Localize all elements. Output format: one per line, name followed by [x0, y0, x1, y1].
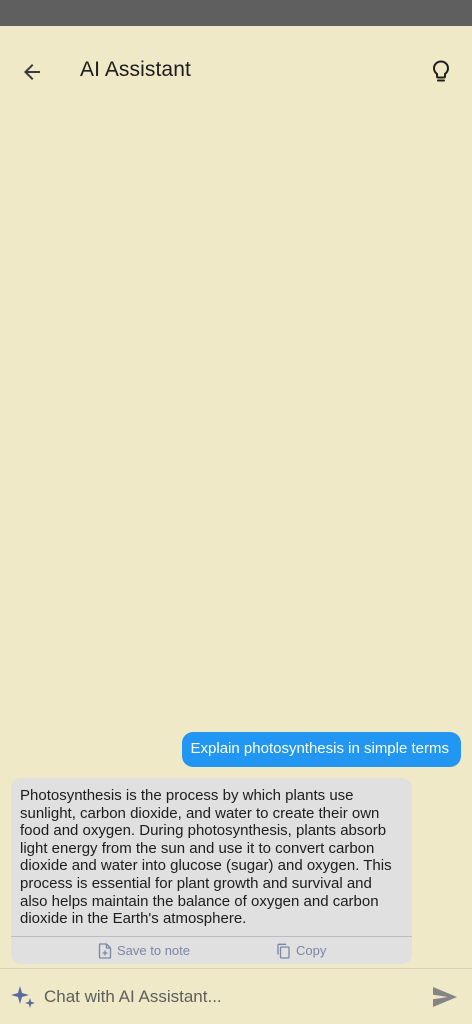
page-title: AI Assistant [80, 58, 191, 81]
save-to-note-button[interactable]: Save to note [98, 937, 190, 964]
save-to-note-label: Save to note [117, 943, 190, 959]
app-bar: AI Assistant [0, 26, 472, 116]
chat-input[interactable] [44, 983, 414, 1011]
assistant-message-actions: Save to note Copy [11, 935, 412, 964]
copy-label: Copy [296, 943, 327, 959]
assistant-message-text: Photosynthesis is the process by which p… [20, 787, 392, 928]
chat-area[interactable]: Explain photosynthesis in simple terms P… [0, 116, 472, 968]
send-button[interactable] [430, 983, 460, 1011]
send-icon [433, 987, 457, 1007]
copy-icon [277, 943, 290, 959]
sparkle-icon [11, 986, 35, 1008]
arrow-left-icon [24, 64, 40, 80]
back-button[interactable] [14, 54, 50, 90]
note-add-icon [98, 943, 112, 959]
assistant-message-bubble: Photosynthesis is the process by which p… [11, 778, 412, 964]
lightbulb-icon [432, 60, 450, 82]
hint-button[interactable] [424, 54, 458, 90]
status-bar [0, 0, 472, 26]
composer-bar [0, 969, 472, 1024]
user-message-bubble: Explain photosynthesis in simple terms [181, 732, 461, 767]
copy-button[interactable]: Copy [276, 937, 326, 964]
